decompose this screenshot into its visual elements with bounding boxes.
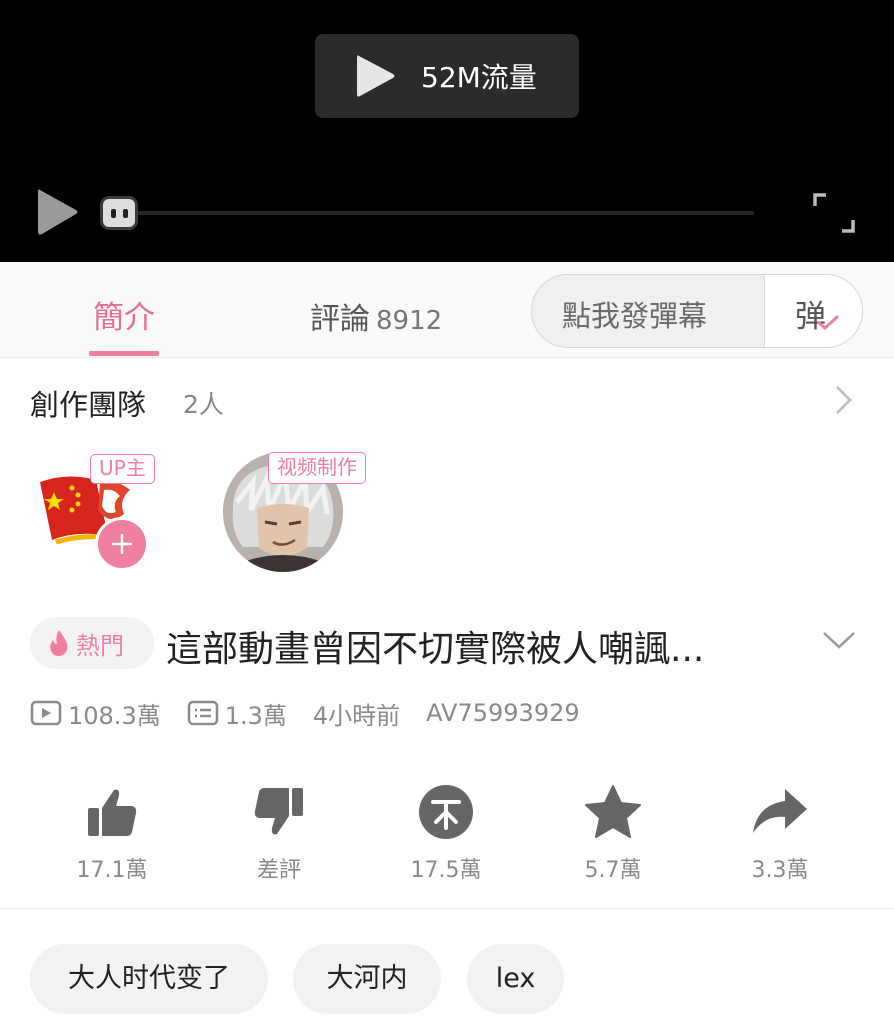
play-icon[interactable] — [34, 186, 80, 238]
tab-intro[interactable]: 簡介 — [82, 292, 166, 337]
play-icon — [357, 55, 395, 97]
like-count: 17.1萬 — [76, 858, 148, 883]
video-stats: 108.3萬 1.3萬 4小時前 AV75993929 — [30, 696, 606, 730]
divider — [0, 908, 894, 909]
fire-icon — [50, 630, 68, 656]
follow-button[interactable] — [95, 517, 149, 571]
tab-comments-count: 8912 — [376, 306, 443, 336]
hot-badge-label: 熱門 — [76, 631, 124, 660]
chevron-down-icon[interactable] — [822, 630, 856, 650]
coin-button[interactable]: 17.5萬 — [386, 782, 506, 884]
tag-chip[interactable]: 大人时代变了 — [30, 944, 268, 1014]
check-icon — [817, 315, 839, 330]
tab-active-indicator — [89, 351, 159, 356]
publish-time: 4小時前 — [312, 701, 401, 730]
team-count: 2人 — [183, 390, 224, 419]
play-with-data-button[interactable]: 52M流量 — [315, 34, 579, 118]
hot-badge: 熱門 — [30, 617, 154, 669]
danmaku-count: 1.3萬 — [224, 701, 287, 730]
tab-comments-label: 評論 — [310, 302, 370, 337]
like-button[interactable]: 17.1萬 — [52, 782, 172, 884]
coin-count: 17.5萬 — [410, 858, 482, 883]
role-badge: 视频制作 — [268, 452, 366, 484]
tab-comments[interactable]: 評論 8912 — [310, 294, 442, 338]
danmaku-placeholder: 點我發彈幕 — [562, 299, 708, 333]
tag-chip[interactable]: 大河内 — [293, 944, 441, 1014]
danmaku-input[interactable]: 點我發彈幕 弹 — [531, 274, 863, 348]
chevron-right-icon[interactable] — [834, 384, 854, 416]
tag-chip[interactable]: lex — [467, 944, 564, 1014]
play-data-label: 52M流量 — [421, 61, 537, 94]
share-icon — [753, 789, 807, 833]
share-count: 3.3萬 — [751, 858, 809, 883]
thumbs-up-icon — [88, 789, 137, 836]
video-title: 這部動畫曾因不切實際被人嘲諷... — [166, 629, 705, 670]
fullscreen-icon[interactable] — [812, 192, 856, 234]
plus-icon — [112, 534, 132, 554]
dislike-button[interactable]: 差評 — [219, 782, 339, 884]
favorite-count: 5.7萬 — [584, 858, 642, 883]
team-title: 創作團隊 — [30, 388, 147, 422]
video-player[interactable]: 52M流量 — [0, 0, 894, 262]
view-count: 108.3萬 — [68, 701, 161, 730]
tab-bar: 簡介 評論 8912 點我發彈幕 弹 — [0, 262, 894, 358]
progress-handle[interactable] — [100, 196, 138, 230]
danmaku-count-icon — [187, 700, 218, 726]
favorite-button[interactable]: 5.7萬 — [553, 782, 673, 884]
star-icon — [585, 785, 641, 838]
share-button[interactable]: 3.3萬 — [720, 782, 840, 884]
thumbs-down-icon — [254, 788, 303, 835]
role-badge: UP主 — [90, 454, 155, 484]
coin-icon — [419, 785, 473, 839]
av-number: AV75993929 — [426, 699, 580, 727]
dislike-label: 差評 — [256, 858, 301, 883]
progress-bar[interactable] — [128, 211, 754, 215]
play-count-icon — [30, 700, 62, 726]
danmaku-toggle-button[interactable]: 弹 — [765, 275, 862, 347]
